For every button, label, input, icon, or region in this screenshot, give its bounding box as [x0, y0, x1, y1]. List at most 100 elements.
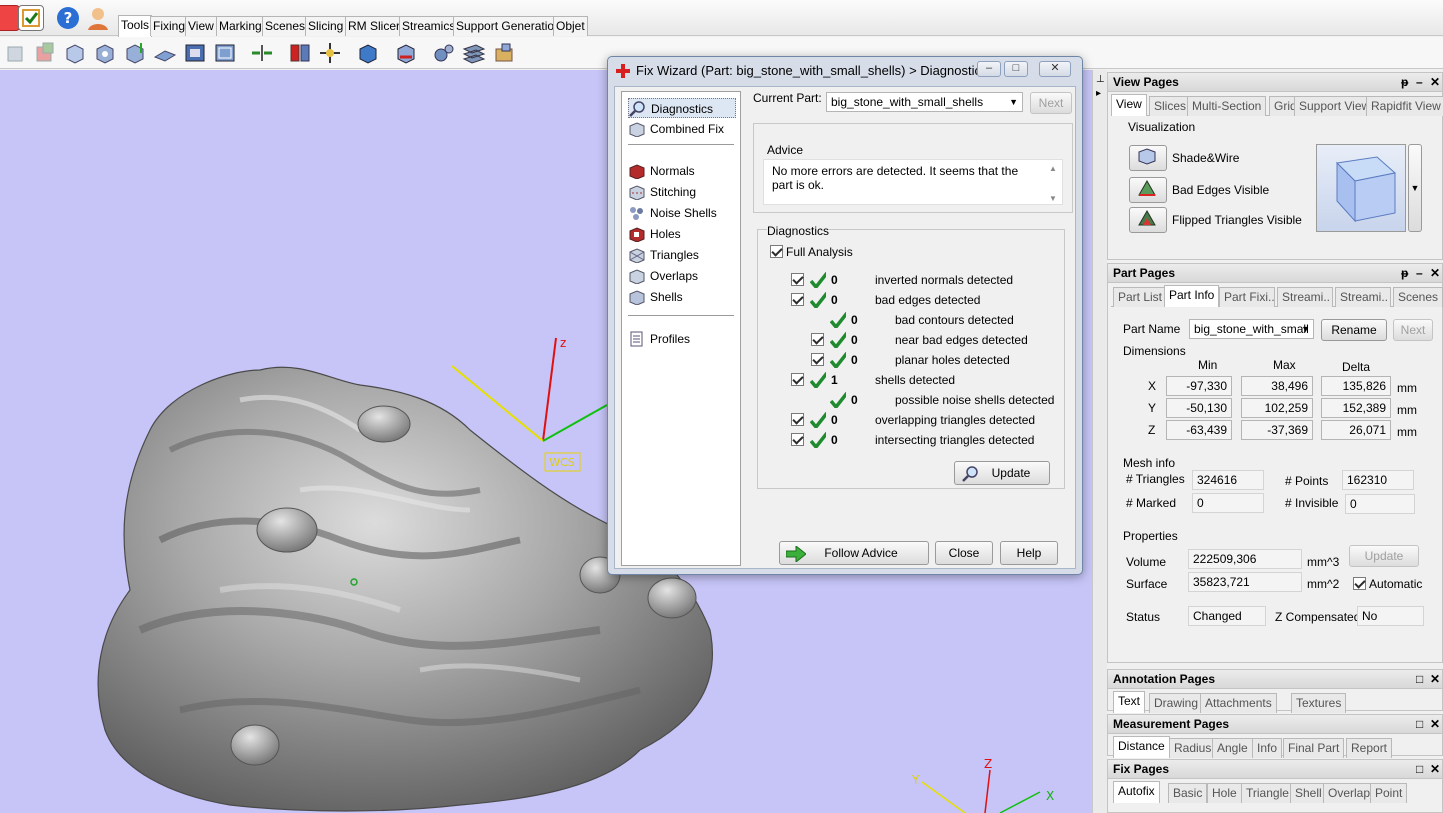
tab-fixing[interactable]: Fixing — [150, 16, 189, 36]
minimize-button[interactable]: – — [977, 61, 1001, 77]
minimize-panel-icon[interactable]: – — [1416, 264, 1423, 283]
diagnostic-checkbox[interactable] — [791, 293, 804, 306]
tab-autofix[interactable]: Autofix — [1113, 781, 1160, 803]
tab-distance[interactable]: Distance — [1113, 736, 1170, 758]
tab-streamics[interactable]: Streamics — [399, 16, 459, 36]
diagnostic-checkbox[interactable] — [791, 433, 804, 446]
cube-cut-icon[interactable] — [93, 41, 117, 65]
shade-wire-button[interactable] — [1129, 145, 1167, 171]
follow-advice-button[interactable]: Follow Advice — [779, 541, 929, 565]
tab-drawing[interactable]: Drawing — [1149, 693, 1204, 713]
tab-support-generation[interactable]: Support Generation — [453, 16, 564, 36]
advice-textbox[interactable]: No more errors are detected. It seems th… — [763, 159, 1063, 205]
tab-text[interactable]: Text — [1113, 691, 1146, 713]
next-part-button[interactable]: Next — [1393, 319, 1433, 341]
nav-diagnostics[interactable]: Diagnostics — [628, 98, 736, 118]
nav-combined-fix[interactable]: Combined Fix — [628, 119, 724, 139]
tab-streamics-2[interactable]: Streami.. — [1335, 287, 1391, 307]
maximize-button[interactable]: □ — [1004, 61, 1028, 77]
diagnostic-checkbox[interactable] — [791, 413, 804, 426]
dock-splitter[interactable]: ⊥ ▸ — [1092, 70, 1107, 813]
nav-profiles[interactable]: Profiles — [628, 329, 690, 349]
tab-view[interactable]: View — [1111, 94, 1147, 116]
user-icon[interactable] — [85, 5, 111, 31]
pin-icon[interactable]: ᵽ — [1401, 264, 1408, 283]
split-icon[interactable] — [288, 41, 312, 65]
tab-angle[interactable]: Angle — [1212, 738, 1253, 758]
tab-report[interactable]: Report — [1346, 738, 1393, 758]
tab-final-part[interactable]: Final Part — [1283, 738, 1345, 758]
current-part-select[interactable]: big_stone_with_small_shells ▼ — [826, 92, 1023, 112]
tab-info[interactable]: Info — [1252, 738, 1283, 758]
restore-panel-icon[interactable]: □ — [1416, 670, 1423, 689]
close-panel-icon[interactable]: ✕ — [1430, 73, 1440, 92]
align-icon[interactable] — [250, 41, 274, 65]
tab-attachments[interactable]: Attachments — [1200, 693, 1277, 713]
automatic-checkbox[interactable] — [1353, 577, 1366, 590]
package-icon[interactable] — [492, 41, 516, 65]
tab-rm-slicer[interactable]: RM Slicer — [345, 16, 404, 36]
next-part-button[interactable]: Next — [1030, 92, 1072, 114]
layers-icon[interactable] — [462, 41, 486, 65]
tab-textures[interactable]: Textures — [1291, 693, 1347, 713]
tab-overlap[interactable]: Overlap — [1323, 783, 1376, 803]
tab-scenes[interactable]: Scenes — [1393, 287, 1443, 307]
tab-basic[interactable]: Basic — [1168, 783, 1208, 803]
full-analysis-checkbox[interactable] — [770, 245, 783, 258]
update-properties-button[interactable]: Update — [1349, 545, 1419, 567]
plane-icon[interactable] — [153, 41, 177, 65]
view-cube-dropdown[interactable]: ▼ — [1408, 144, 1422, 232]
scroll-down-icon[interactable]: ▼ — [1049, 194, 1057, 203]
tab-objet[interactable]: Objet — [553, 16, 588, 36]
tab-marking[interactable]: Marking — [216, 16, 265, 36]
minimize-panel-icon[interactable]: – — [1416, 73, 1423, 92]
tab-triangle[interactable]: Triangle — [1241, 783, 1294, 803]
color-cube-icon[interactable] — [33, 41, 57, 65]
close-panel-icon[interactable]: ✕ — [1430, 264, 1440, 283]
diagnostic-checkbox[interactable] — [791, 273, 804, 286]
tab-multi-section[interactable]: Multi-Section — [1187, 96, 1267, 116]
nav-stitching[interactable]: Stitching — [628, 182, 696, 202]
close-panel-icon[interactable]: ✕ — [1430, 760, 1440, 779]
app-icon[interactable] — [0, 5, 20, 31]
pin-icon[interactable]: ᵽ — [1401, 73, 1408, 92]
nav-holes[interactable]: Holes — [628, 224, 681, 244]
help-button[interactable]: Help — [1000, 541, 1058, 565]
tab-slicing[interactable]: Slicing — [305, 16, 347, 36]
transform-icon[interactable] — [318, 41, 342, 65]
pin-icon[interactable]: ⊥ — [1096, 74, 1105, 85]
view-cube[interactable] — [1316, 144, 1406, 232]
tab-part-fixing[interactable]: Part Fixi.. — [1219, 287, 1275, 307]
nav-triangles[interactable]: Triangles — [628, 245, 699, 265]
tab-point[interactable]: Point — [1370, 783, 1408, 803]
close-button[interactable]: Close — [935, 541, 993, 565]
diagnostic-checkbox[interactable] — [791, 373, 804, 386]
nav-shells[interactable]: Shells — [628, 287, 683, 307]
nav-normals[interactable]: Normals — [628, 161, 695, 181]
tab-support-view[interactable]: Support View — [1294, 96, 1376, 116]
tab-part-list[interactable]: Part List — [1113, 287, 1168, 307]
tab-hole[interactable]: Hole — [1207, 783, 1242, 803]
close-panel-icon[interactable]: ✕ — [1430, 670, 1440, 689]
tab-rapidfit-view[interactable]: Rapidfit View — [1366, 96, 1443, 116]
nav-noise-shells[interactable]: Noise Shells — [628, 203, 717, 223]
arrow-right-icon[interactable]: ▸ — [1096, 88, 1101, 99]
tab-scenes[interactable]: Scenes — [262, 16, 309, 36]
tab-view[interactable]: View — [185, 16, 217, 36]
scroll-up-icon[interactable]: ▲ — [1049, 164, 1057, 173]
nav-overlaps[interactable]: Overlaps — [628, 266, 698, 286]
close-window-button[interactable]: ✕ — [1039, 61, 1071, 77]
tab-slices[interactable]: Slices — [1149, 96, 1192, 116]
tab-tools[interactable]: Tools — [118, 15, 153, 37]
rename-button[interactable]: Rename — [1321, 319, 1387, 341]
tab-part-info[interactable]: Part Info — [1164, 285, 1220, 307]
hollow-icon[interactable] — [213, 41, 237, 65]
move-up-icon[interactable] — [123, 41, 147, 65]
restore-panel-icon[interactable]: □ — [1416, 715, 1423, 734]
gears-icon[interactable] — [432, 41, 456, 65]
fix-part-icon[interactable] — [394, 41, 418, 65]
part-name-select[interactable]: big_stone_with_small ▼ — [1189, 319, 1314, 339]
diagnostic-checkbox[interactable] — [811, 353, 824, 366]
tab-radius[interactable]: Radius — [1169, 738, 1217, 758]
diagnostic-checkbox[interactable] — [811, 333, 824, 346]
